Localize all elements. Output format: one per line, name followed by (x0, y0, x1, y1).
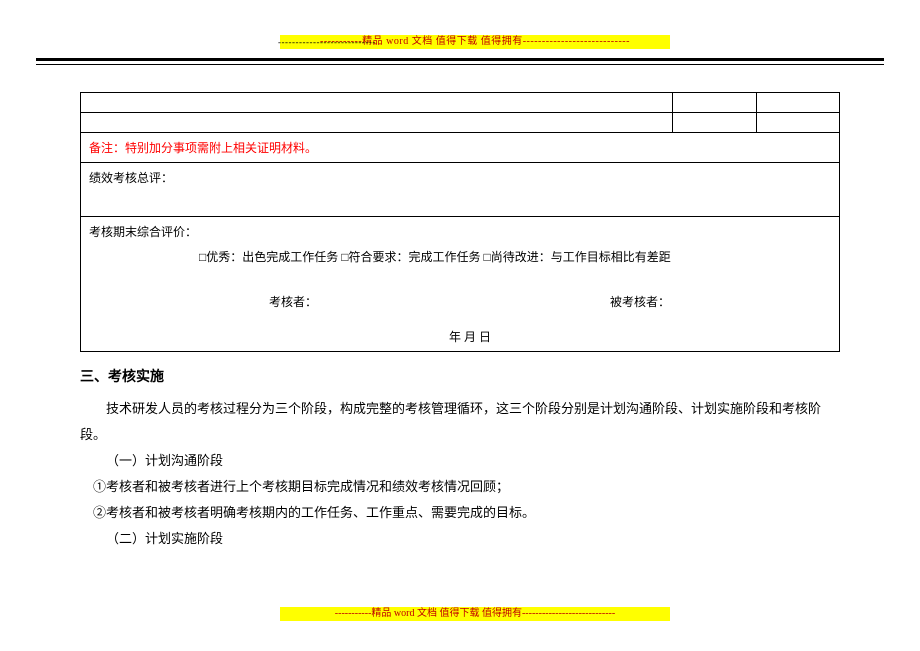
eval-options: □优秀：出色完成工作任务 □符合要求：完成工作任务 □尚待改进：与工作目标相比有… (89, 248, 831, 265)
header-banner: -----------精品 word 文档 值得下载 值得拥有---------… (280, 35, 670, 49)
footer-banner-text: -----------精品 word 文档 值得下载 值得拥有---------… (335, 608, 615, 619)
eval-title: 考核期末综合评价： (89, 223, 831, 240)
section-title: 三、考核实施 (80, 366, 840, 386)
list-item-2: ②考核者和被考核者明确考核期内的工作任务、工作重点、需要完成的目标。 (93, 500, 840, 526)
summary-label: 绩效考核总评： (81, 163, 840, 217)
date-line: 年 月 日 (89, 328, 831, 345)
intro-paragraph: 技术研发人员的考核过程分为三个阶段，构成完整的考核管理循环，这三个阶段分别是计划… (80, 396, 840, 448)
divider-thin (36, 64, 884, 65)
signers-line: 考核者： 被考核者： (89, 293, 831, 310)
list-item-1: ①考核者和被考核者进行上个考核期目标完成情况和绩效考核情况回顾； (93, 474, 840, 500)
sub-heading-1: （一）计划沟通阶段 (106, 448, 840, 474)
evaluation-table: 备注：特别加分事项需附上相关证明材料。 绩效考核总评： 考核期末综合评价： □优… (80, 92, 840, 352)
header-banner-text: -----------精品 word 文档 值得下载 值得拥有---------… (320, 36, 630, 47)
evaluation-row: 考核期末综合评价： □优秀：出色完成工作任务 □符合要求：完成工作任务 □尚待改… (81, 217, 840, 352)
reviewee-label: 被考核者： (610, 293, 670, 310)
divider-thick (36, 58, 884, 61)
table-row (81, 113, 840, 133)
table-row (81, 93, 840, 113)
footer-banner: -----------精品 word 文档 值得下载 值得拥有---------… (280, 607, 670, 621)
summary-row: 绩效考核总评： (81, 163, 840, 217)
note-text: 备注：特别加分事项需附上相关证明材料。 (81, 133, 840, 163)
reviewer-label: 考核者： (269, 293, 317, 310)
note-row: 备注：特别加分事项需附上相关证明材料。 (81, 133, 840, 163)
page-content: 备注：特别加分事项需附上相关证明材料。 绩效考核总评： 考核期末综合评价： □优… (80, 92, 840, 552)
sub-heading-2: （二）计划实施阶段 (106, 526, 840, 552)
